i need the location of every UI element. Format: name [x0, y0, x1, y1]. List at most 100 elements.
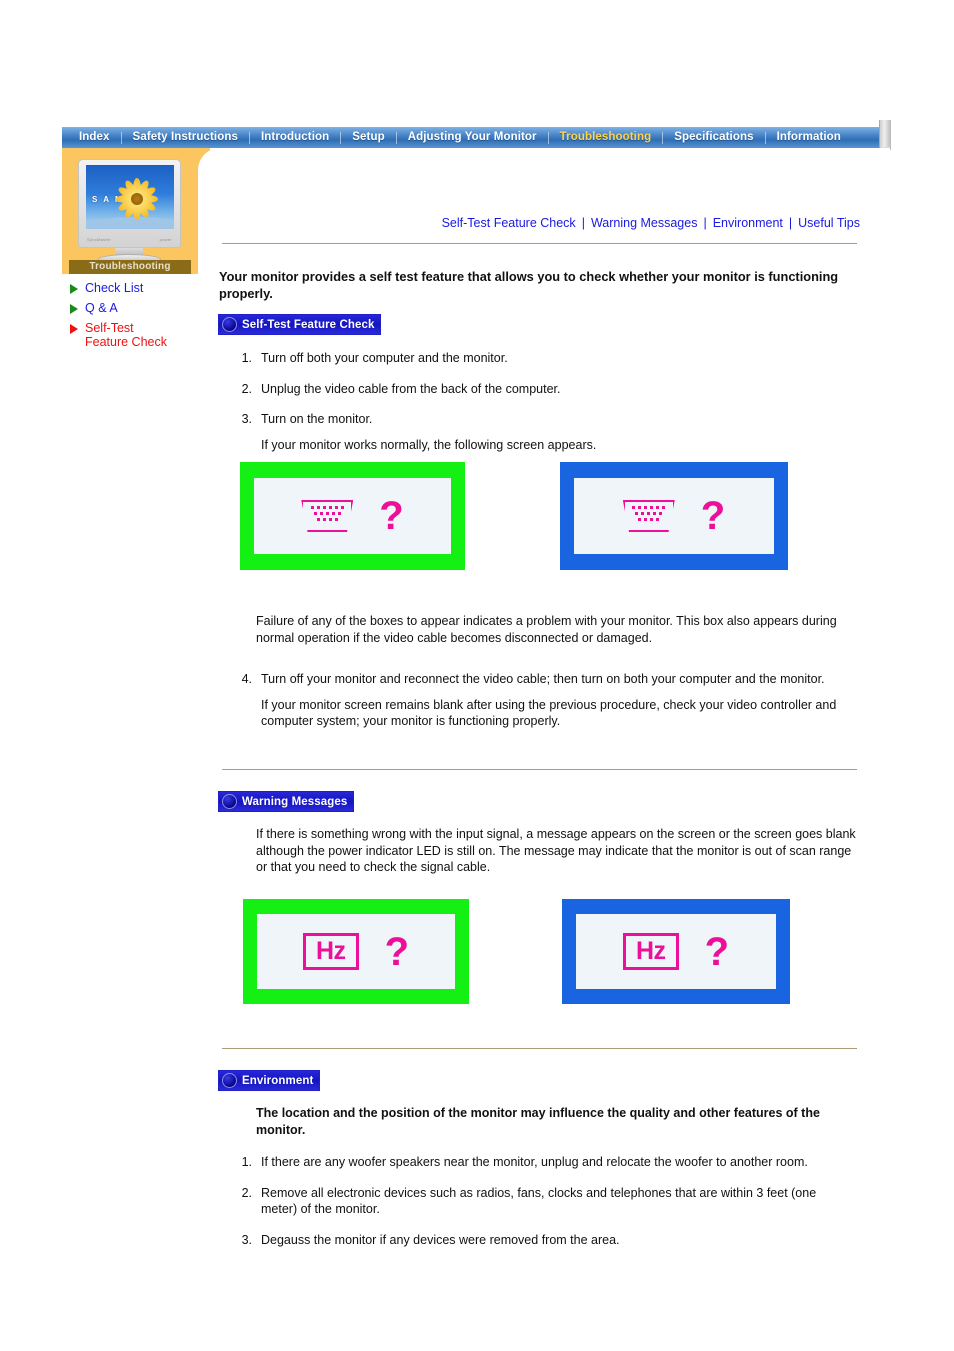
green-triangle-icon [70, 284, 78, 294]
sidebar-item-label: Check List [85, 281, 144, 295]
question-mark-symbol: ? [704, 929, 729, 974]
nav-item-troubleshooting[interactable]: Troubleshooting [549, 127, 663, 148]
nav-item-specifications[interactable]: Specifications [663, 127, 764, 148]
list-text: Turn on the monitor. If your monitor wor… [261, 411, 855, 453]
main-navigation-bar: Index Safety Instructions Introduction S… [62, 127, 887, 148]
question-mark-symbol: ? [700, 494, 726, 538]
vga-connector-icon [301, 500, 354, 532]
list-number: 1. [241, 351, 252, 365]
sublink-separator: | [703, 216, 707, 230]
list-number: 3. [241, 412, 252, 426]
monitor-screen: S A M [86, 165, 174, 229]
list-number: 1. [241, 1155, 252, 1169]
monitor-bezel-power: power [159, 237, 172, 242]
intro-paragraph: Your monitor provides a self test featur… [219, 269, 839, 301]
sunflower-icon [116, 178, 158, 220]
list-text-main: Turn off your monitor and reconnect the … [261, 672, 825, 686]
sidebar-item-label: Q & A [85, 301, 118, 315]
list-text-main: Turn on the monitor. [261, 412, 373, 426]
screen-content: Hz ? [257, 914, 455, 989]
list-number: 4. [241, 672, 252, 686]
list-number: 2. [241, 1185, 252, 1200]
sublink-self-test-feature-check[interactable]: Self-Test Feature Check [442, 216, 576, 230]
environment-lead-paragraph: The location and the position of the mon… [256, 1106, 820, 1137]
list-item: 1. If there are any woofer speakers near… [230, 1154, 855, 1171]
monitor-illustration-icon: S A M SyncMaster power [78, 159, 181, 248]
bullet-circle-icon [222, 794, 237, 809]
list-number: 3. [241, 1232, 252, 1247]
list-item: 2. Unplug the video cable from the back … [230, 381, 855, 398]
page-root: Index Safety Instructions Introduction S… [0, 0, 954, 1351]
section-badge-self-test: Self-Test Feature Check [218, 314, 382, 335]
nav-item-setup[interactable]: Setup [341, 127, 395, 148]
failure-note-paragraph: Failure of any of the boxes to appear in… [256, 614, 837, 645]
vga-pins [630, 506, 668, 521]
monitor-bezel-brand: SyncMaster [87, 237, 112, 242]
list-text: Remove all electronic devices such as ra… [261, 1185, 817, 1217]
section-badge-warning-messages: Warning Messages [218, 791, 355, 812]
thumbnail-caption: Troubleshooting [69, 260, 191, 274]
list-item: 1. Turn off both your computer and the m… [230, 350, 855, 367]
list-text: Turn off your monitor and reconnect the … [261, 671, 855, 730]
vga-connector-box-green: ? [240, 462, 465, 570]
list-item: 3. Turn on the monitor. If your monitor … [230, 411, 855, 453]
sidebar-item-label: Self-Test Feature Check [85, 321, 167, 349]
sidebar-item-self-test-feature-check[interactable]: Self-Test Feature Check [70, 321, 205, 349]
sidebar-item-check-list[interactable]: Check List [70, 281, 205, 295]
bullet-circle-icon [222, 317, 237, 332]
list-text: Turn off both your computer and the moni… [261, 351, 508, 365]
divider-after-warnings [222, 1048, 857, 1049]
nav-item-introduction[interactable]: Introduction [250, 127, 340, 148]
nav-item-information[interactable]: Information [766, 127, 852, 148]
sidebar-item-q-and-a[interactable]: Q & A [70, 301, 205, 315]
list-text: Unplug the video cable from the back of … [261, 381, 561, 396]
screen-content: Hz ? [576, 914, 776, 989]
nav-item-index[interactable]: Index [68, 127, 121, 148]
question-mark-symbol: ? [384, 929, 409, 974]
screen-content: ? [574, 478, 774, 554]
content-rounded-corner [198, 148, 890, 178]
sublink-separator: | [581, 216, 585, 230]
scrollbar-track[interactable] [879, 120, 891, 150]
self-test-step-4: 4. Turn off your monitor and reconnect t… [230, 671, 855, 744]
troubleshooting-thumbnail: S A M SyncMaster power Troubleshooting [69, 155, 191, 274]
divider-top [222, 243, 857, 244]
badge-label: Warning Messages [242, 795, 348, 808]
warning-messages-paragraph: If there is something wrong with the inp… [256, 827, 856, 874]
list-item: 4. Turn off your monitor and reconnect t… [230, 671, 855, 730]
list-number: 2. [241, 381, 252, 396]
hz-box-green: Hz ? [243, 899, 469, 1004]
environment-steps: 1. If there are any woofer speakers near… [230, 1154, 855, 1262]
section-shortcut-links: Self-Test Feature Check | Warning Messages… [224, 216, 860, 230]
divider-after-self-test [222, 769, 857, 770]
hz-label: Hz [623, 932, 679, 971]
list-text: If there are any woofer speakers near th… [261, 1155, 808, 1169]
sublink-separator: | [788, 216, 793, 230]
flower-center [131, 193, 143, 205]
list-item: 2. Remove all electronic devices such as… [230, 1185, 855, 1218]
list-item: 3. Degauss the monitor if any devices we… [230, 1232, 855, 1249]
sidebar-links: Check List Q & A Self-Test Feature Check [70, 281, 205, 355]
badge-label: Self-Test Feature Check [242, 318, 375, 331]
badge-label: Environment [242, 1074, 314, 1087]
nav-item-adjusting-your-monitor[interactable]: Adjusting Your Monitor [397, 127, 548, 148]
red-triangle-icon [70, 324, 78, 334]
vga-connector-box-blue: ? [560, 462, 788, 570]
self-test-steps: 1. Turn off both your computer and the m… [230, 350, 855, 467]
screen-content: ? [254, 478, 451, 554]
list-subtext: If your monitor works normally, the foll… [261, 437, 597, 452]
sublink-warning-messages[interactable]: Warning Messages [591, 216, 698, 230]
sublink-environment[interactable]: Environment [713, 216, 783, 230]
list-subtext: If your monitor screen remains blank aft… [261, 697, 837, 729]
green-triangle-icon [70, 304, 78, 314]
hz-label: Hz [303, 932, 359, 971]
bullet-circle-icon [222, 1073, 237, 1088]
hz-box-blue: Hz ? [562, 899, 790, 1004]
question-mark-symbol: ? [379, 494, 404, 538]
vga-pins [308, 506, 346, 521]
list-text: Degauss the monitor if any devices were … [261, 1232, 620, 1247]
nav-item-safety-instructions[interactable]: Safety Instructions [122, 127, 249, 148]
vga-connector-icon [622, 500, 675, 532]
sublink-useful-tips[interactable]: Useful Tips [798, 216, 860, 230]
section-badge-environment: Environment [218, 1070, 321, 1091]
